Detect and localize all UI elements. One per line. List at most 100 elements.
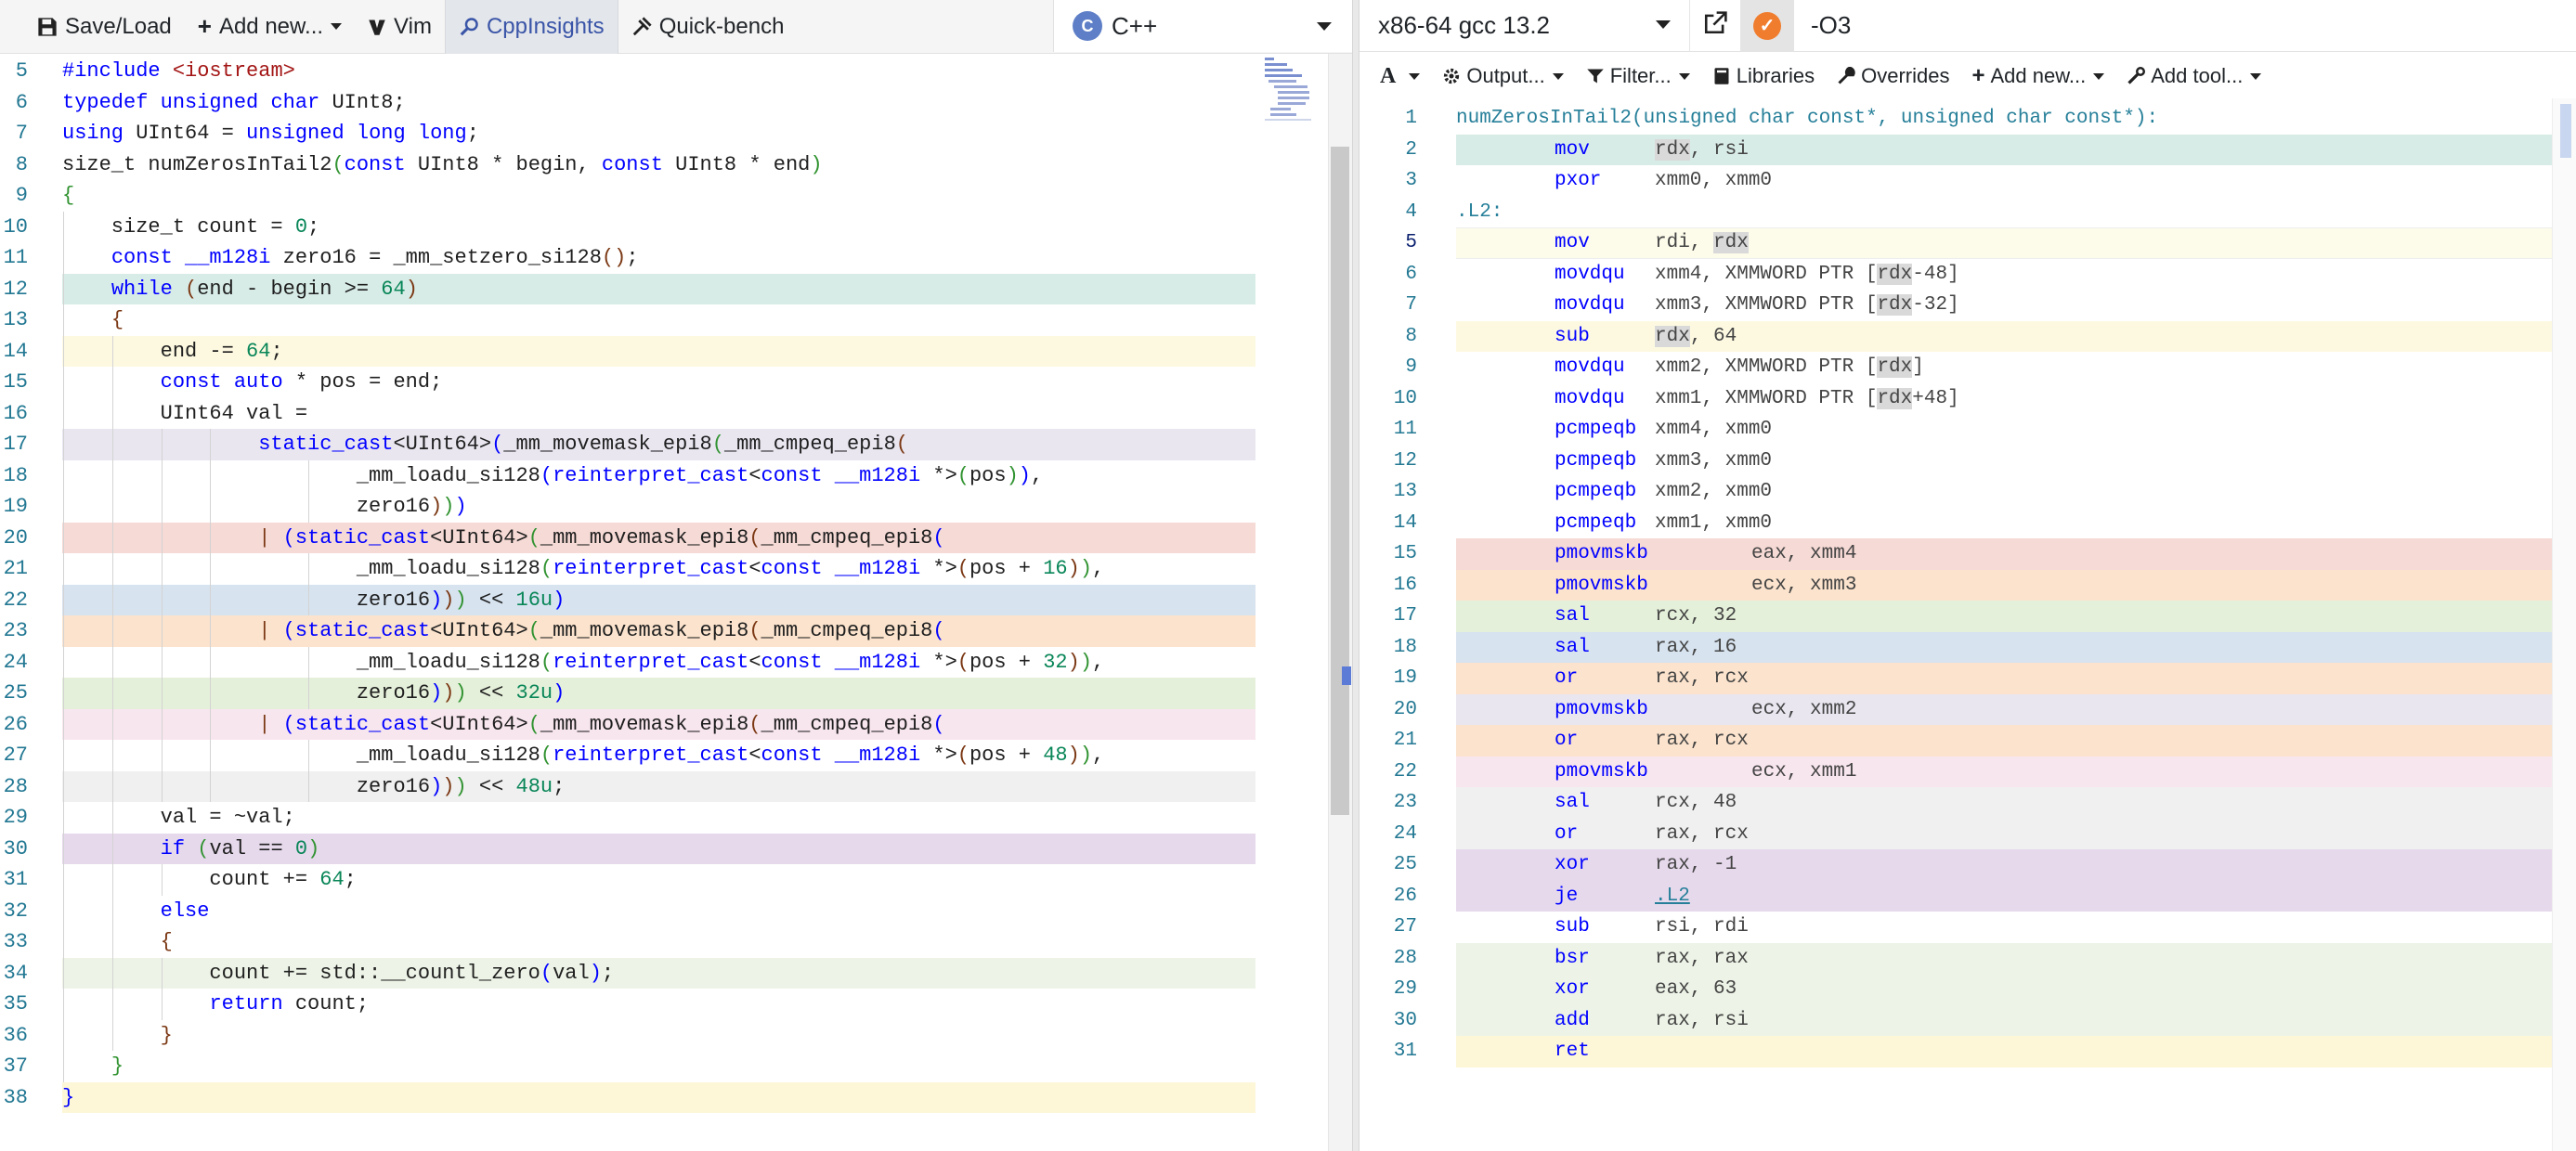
asm-operands: ecx, xmm2 [1751, 698, 1857, 720]
indent-guide [63, 802, 64, 834]
compiler-output-pane: x86-64 gcc 13.2 ✓ A Output... Filter... Lib… [1360, 0, 2576, 1151]
compile-status-button[interactable]: ✓ [1740, 0, 1794, 52]
indent-guide [63, 989, 64, 1020]
cppinsights-button[interactable]: CppInsights [444, 0, 618, 54]
line-number: 7 [1405, 294, 1417, 316]
quick-bench-button[interactable]: Quick-bench [618, 0, 798, 54]
code-text: if (val == 0) [62, 833, 1255, 864]
line-number: 35 [3, 992, 28, 1015]
asm-operands: eax, 63 [1655, 978, 1737, 1000]
tool-icon [2127, 67, 2146, 85]
asm-opcode: pcmpeqb [1555, 481, 1637, 502]
indent-guide [308, 740, 309, 771]
add-new-button[interactable]: + Add new... [1960, 53, 2115, 99]
code-text: zero16))) << 32u) [62, 678, 1255, 709]
libraries-label: Libraries [1736, 64, 1815, 87]
line-number: 37 [3, 1054, 28, 1078]
line-number: 6 [15, 90, 28, 114]
cppinsights-label: CppInsights [486, 13, 605, 39]
line-number: 8 [15, 152, 28, 176]
line-number: 24 [1393, 822, 1417, 845]
line-highlight [1456, 849, 2552, 881]
line-number: 6 [1405, 263, 1417, 285]
indent-guide [111, 335, 113, 367]
libraries-button[interactable]: Libraries [1701, 53, 1826, 99]
language-select[interactable]: C C++ [1053, 0, 1352, 52]
code-line: 11 const __m128i zero16 = _mm_setzero_si… [0, 242, 1328, 274]
indent-guide [63, 770, 64, 802]
code-line: 14 end -= 64; [0, 335, 1328, 367]
asm-line: 21 or rax, rcx [1360, 725, 2552, 757]
code-text: | (static_cast<UInt64>(_mm_movemask_epi8… [62, 615, 1255, 647]
code-text: zero16))) << 16u) [62, 584, 1255, 615]
code-text: const auto * pos = end; [160, 370, 443, 394]
line-number: 23 [3, 619, 28, 642]
code-line: 20 | (static_cast<UInt64>(_mm_movemask_e… [0, 522, 1328, 553]
add-tool-button[interactable]: Add tool... [2115, 53, 2272, 99]
overrides-button[interactable]: Overrides [1826, 53, 1960, 99]
font-size-button[interactable]: A [1369, 53, 1431, 99]
pane-splitter[interactable] [1352, 0, 1360, 1151]
editor-scrollbar[interactable] [1328, 54, 1352, 1151]
filter-button[interactable]: Filter... [1575, 53, 1701, 99]
asm-line: 3 pxor xmm0, xmm0 [1360, 165, 2552, 197]
compiler-bar: x86-64 gcc 13.2 ✓ [1360, 0, 2576, 52]
indent-guide [161, 615, 163, 647]
indent-guide [63, 678, 64, 709]
indent-guide [63, 211, 64, 242]
line-number: 25 [1393, 854, 1417, 875]
indent-guide [161, 957, 163, 989]
asm-opcode: or [1555, 730, 1579, 751]
compiler-options-input[interactable] [1811, 11, 2554, 40]
save-load-button[interactable]: Save/Load [0, 0, 185, 54]
compiler-select[interactable]: x86-64 gcc 13.2 [1360, 0, 1690, 52]
code-text: while (end - begin >= 64) [62, 273, 1255, 304]
line-number: 31 [3, 868, 28, 891]
output-button[interactable]: Output... [1431, 53, 1574, 99]
indent-guide [63, 895, 64, 926]
indent-guide [63, 708, 64, 740]
minimap[interactable] [1261, 54, 1315, 128]
line-number: 1 [1405, 108, 1417, 129]
indent-guide [111, 584, 113, 615]
output-toolbar: A Output... Filter... Libraries Overrides + Ad… [1360, 53, 2576, 99]
popout-button[interactable] [1690, 0, 1740, 52]
line-number: 34 [3, 961, 28, 985]
line-number: 26 [3, 712, 28, 736]
line-number: 15 [1393, 543, 1417, 564]
indent-guide [210, 522, 212, 553]
code-text: } [160, 1023, 173, 1047]
line-highlight [1456, 631, 2552, 663]
line-number: 27 [1393, 916, 1417, 938]
asm-operands: eax, xmm4 [1751, 543, 1857, 564]
code-text: count += 64; [62, 868, 357, 891]
indent-guide [63, 304, 64, 336]
asm-line: 8 sub rdx, 64 [1360, 320, 2552, 352]
vim-icon [368, 18, 386, 36]
indent-guide [63, 1019, 64, 1051]
code-line: 22 zero16))) << 16u) [0, 584, 1328, 615]
code-line: 29 val = ~val; [0, 802, 1328, 834]
asm-operands: xmm1, xmm0 [1655, 511, 1773, 534]
assembly-scrollbar[interactable] [2552, 98, 2576, 1151]
vim-button[interactable]: Vim [355, 0, 445, 54]
indent-guide [161, 678, 163, 709]
code-line: 16 UInt64 val = [0, 397, 1328, 429]
scrollbar-thumb[interactable] [1331, 147, 1349, 815]
asm-line: 6 movdqu xmm4, XMMWORD PTR [rdx-48] [1360, 259, 2552, 291]
source-code-editor[interactable]: 5 #include <iostream> 6 typedef unsigned ch… [0, 54, 1328, 1151]
line-number: 28 [3, 774, 28, 798]
asm-line: 27 sub rsi, rdi [1360, 912, 2552, 943]
chevron-down-icon [331, 23, 343, 30]
line-number: 12 [3, 277, 28, 301]
line-number: 20 [3, 525, 28, 550]
filter-label: Filter... [1609, 64, 1672, 87]
line-highlight [1456, 725, 2552, 757]
indent-guide [111, 522, 113, 553]
scrollbar-marker [1342, 666, 1351, 685]
code-line: 26 | (static_cast<UInt64>(_mm_movemask_e… [0, 708, 1328, 740]
assembly-output[interactable]: 1 numZerosInTail2(unsigned char const*, u… [1360, 98, 2552, 1151]
code-line: 28 zero16))) << 48u; [0, 770, 1328, 802]
add-new-button[interactable]: + Add new... [185, 0, 355, 54]
code-text: zero16))) << 48u; [62, 770, 1255, 802]
